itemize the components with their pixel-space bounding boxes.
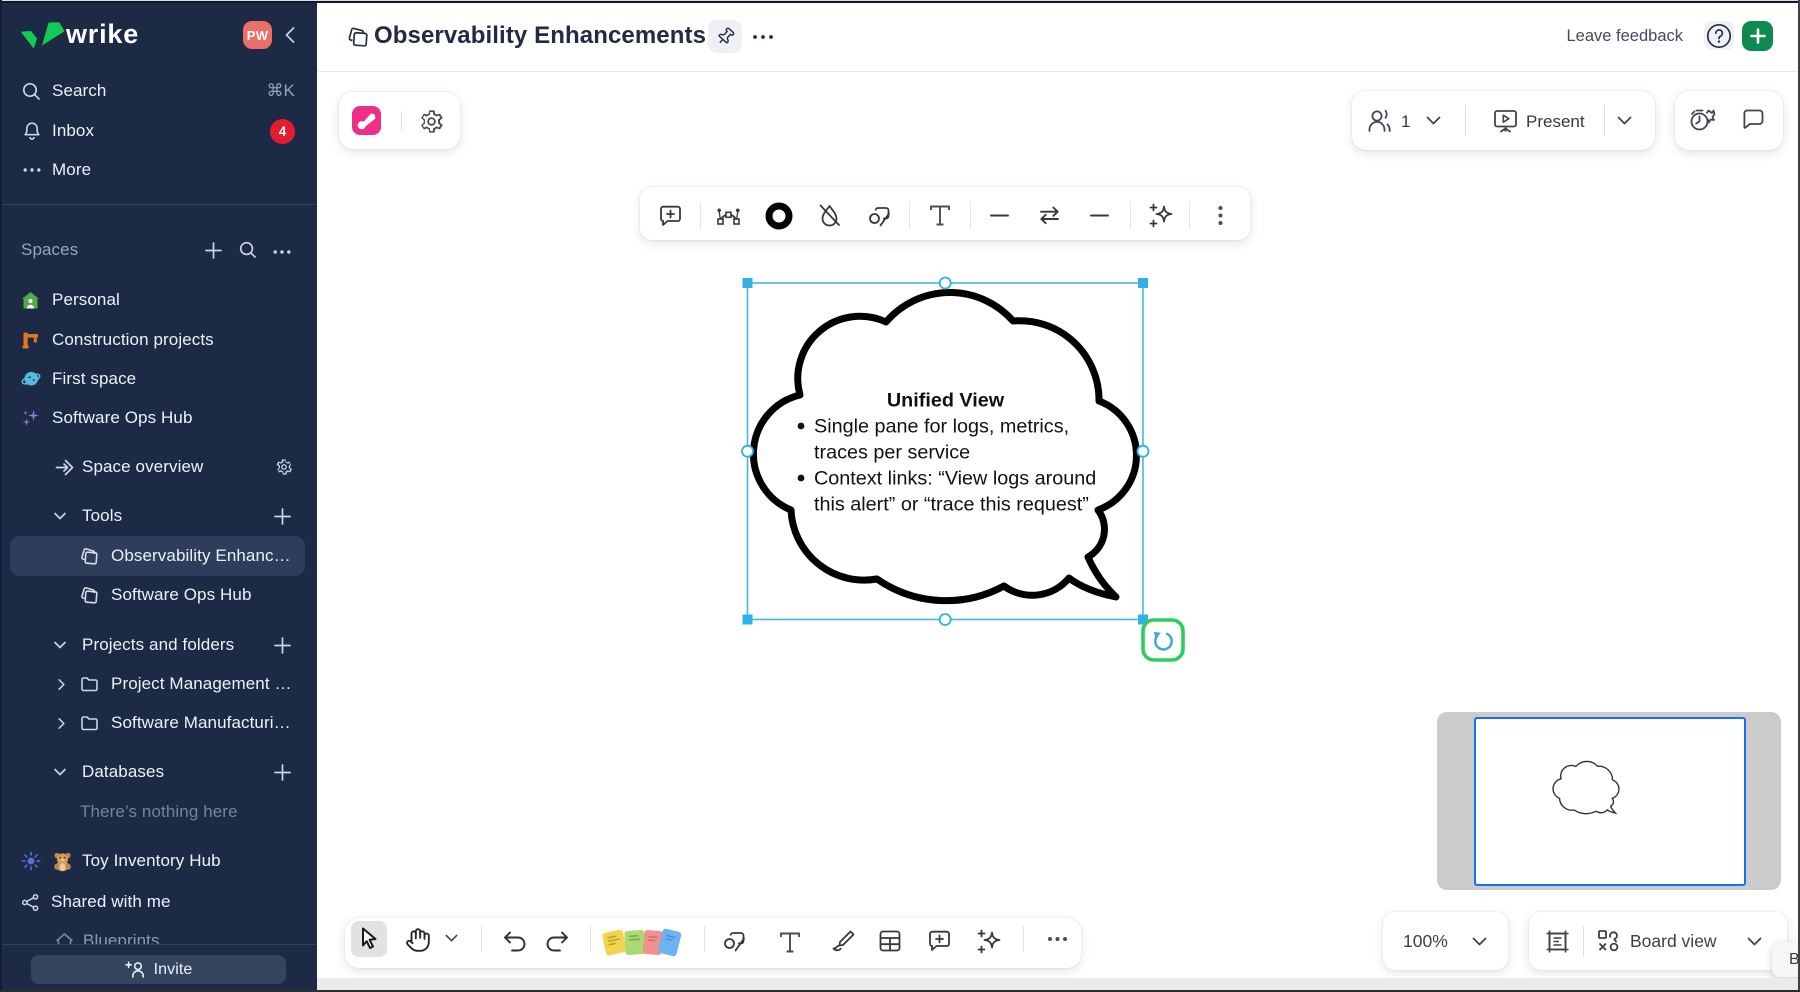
svg-text:Single pane for logs, metrics,: Single pane for logs, metrics, (814, 416, 1069, 438)
svg-text:Context links: “View logs arou: Context links: “View logs around (814, 468, 1096, 490)
svg-text:Unified View: Unified View (887, 390, 1005, 412)
svg-text:traces per service: traces per service (814, 442, 970, 464)
svg-text:this alert” or “trace this req: this alert” or “trace this request” (814, 494, 1089, 516)
